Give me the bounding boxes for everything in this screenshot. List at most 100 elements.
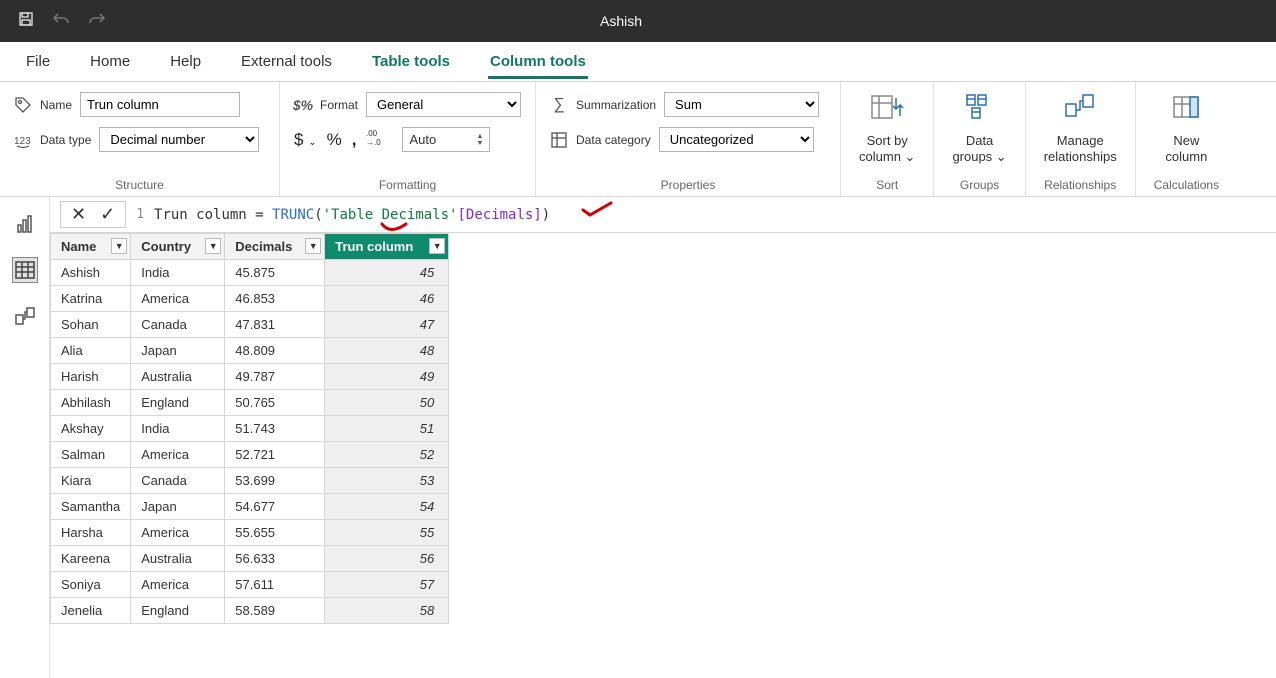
column-header-name[interactable]: Name▼ bbox=[51, 234, 131, 260]
cell-trun[interactable]: 48 bbox=[325, 338, 449, 364]
cell-name[interactable]: Salman bbox=[51, 442, 131, 468]
decimal-places-stepper[interactable]: Auto ▲▼ bbox=[402, 127, 490, 152]
cell-trun[interactable]: 54 bbox=[325, 494, 449, 520]
cell-trun[interactable]: 45 bbox=[325, 260, 449, 286]
cell-name[interactable]: Abhilash bbox=[51, 390, 131, 416]
table-row[interactable]: SamanthaJapan54.67754 bbox=[51, 494, 449, 520]
table-row[interactable]: KiaraCanada53.69953 bbox=[51, 468, 449, 494]
cell-decimals[interactable]: 53.699 bbox=[225, 468, 325, 494]
manage-relationships-button[interactable]: Managerelationships Relationships bbox=[1026, 82, 1136, 196]
undo-icon[interactable] bbox=[52, 11, 70, 32]
cell-decimals[interactable]: 55.655 bbox=[225, 520, 325, 546]
cell-name[interactable]: Ashish bbox=[51, 260, 131, 286]
summarization-select[interactable]: Sum bbox=[664, 92, 819, 117]
thousands-button[interactable]: , bbox=[352, 130, 357, 150]
tab-help[interactable]: Help bbox=[168, 45, 203, 78]
report-view-icon[interactable] bbox=[12, 211, 38, 237]
model-view-icon[interactable] bbox=[12, 303, 38, 329]
table-row[interactable]: AkshayIndia51.74351 bbox=[51, 416, 449, 442]
data-view-icon[interactable] bbox=[12, 257, 38, 283]
tab-home[interactable]: Home bbox=[88, 45, 132, 78]
cell-trun[interactable]: 46 bbox=[325, 286, 449, 312]
cell-trun[interactable]: 47 bbox=[325, 312, 449, 338]
cell-trun[interactable]: 58 bbox=[325, 598, 449, 624]
name-field[interactable] bbox=[80, 92, 240, 117]
cell-country[interactable]: England bbox=[131, 598, 225, 624]
cell-trun[interactable]: 53 bbox=[325, 468, 449, 494]
table-row[interactable]: SohanCanada47.83147 bbox=[51, 312, 449, 338]
cell-name[interactable]: Kareena bbox=[51, 546, 131, 572]
cell-country[interactable]: Australia bbox=[131, 364, 225, 390]
chevron-down-icon[interactable]: ▼ bbox=[429, 238, 445, 254]
cell-decimals[interactable]: 57.611 bbox=[225, 572, 325, 598]
cell-trun[interactable]: 56 bbox=[325, 546, 449, 572]
cell-decimals[interactable]: 54.677 bbox=[225, 494, 325, 520]
cell-name[interactable]: Harsha bbox=[51, 520, 131, 546]
table-row[interactable]: AshishIndia45.87545 bbox=[51, 260, 449, 286]
cell-trun[interactable]: 52 bbox=[325, 442, 449, 468]
column-header-trun[interactable]: Trun column▼ bbox=[325, 234, 449, 260]
formula-text[interactable]: Trun column = TRUNC('Table Decimals'[Dec… bbox=[154, 207, 550, 223]
cell-name[interactable]: Kiara bbox=[51, 468, 131, 494]
cell-country[interactable]: Australia bbox=[131, 546, 225, 572]
cell-country[interactable]: England bbox=[131, 390, 225, 416]
cancel-formula-icon[interactable]: ✕ bbox=[71, 204, 86, 225]
cell-country[interactable]: America bbox=[131, 572, 225, 598]
cell-country[interactable]: Canada bbox=[131, 312, 225, 338]
cell-decimals[interactable]: 47.831 bbox=[225, 312, 325, 338]
table-row[interactable]: KareenaAustralia56.63356 bbox=[51, 546, 449, 572]
save-icon[interactable] bbox=[18, 11, 34, 32]
cell-country[interactable]: Canada bbox=[131, 468, 225, 494]
tab-table-tools[interactable]: Table tools bbox=[370, 45, 452, 78]
table-row[interactable]: SoniyaAmerica57.61157 bbox=[51, 572, 449, 598]
cell-decimals[interactable]: 56.633 bbox=[225, 546, 325, 572]
chevron-down-icon[interactable]: ▼ bbox=[305, 238, 321, 254]
cell-decimals[interactable]: 52.721 bbox=[225, 442, 325, 468]
cell-country[interactable]: America bbox=[131, 520, 225, 546]
cell-country[interactable]: India bbox=[131, 260, 225, 286]
cell-name[interactable]: Alia bbox=[51, 338, 131, 364]
cell-name[interactable]: Soniya bbox=[51, 572, 131, 598]
datatype-select[interactable]: Decimal number bbox=[99, 127, 259, 152]
table-row[interactable]: AliaJapan48.80948 bbox=[51, 338, 449, 364]
decimals-button[interactable]: .00→.0 bbox=[366, 128, 388, 151]
percent-button[interactable]: % bbox=[327, 130, 342, 150]
cell-trun[interactable]: 51 bbox=[325, 416, 449, 442]
tab-external-tools[interactable]: External tools bbox=[239, 45, 334, 78]
cell-decimals[interactable]: 48.809 bbox=[225, 338, 325, 364]
table-row[interactable]: JeneliaEngland58.58958 bbox=[51, 598, 449, 624]
cell-decimals[interactable]: 50.765 bbox=[225, 390, 325, 416]
cell-country[interactable]: America bbox=[131, 442, 225, 468]
cell-decimals[interactable]: 58.589 bbox=[225, 598, 325, 624]
column-header-decimals[interactable]: Decimals▼ bbox=[225, 234, 325, 260]
cell-country[interactable]: Japan bbox=[131, 494, 225, 520]
table-row[interactable]: KatrinaAmerica46.85346 bbox=[51, 286, 449, 312]
cell-name[interactable]: Sohan bbox=[51, 312, 131, 338]
table-row[interactable]: AbhilashEngland50.76550 bbox=[51, 390, 449, 416]
cell-trun[interactable]: 49 bbox=[325, 364, 449, 390]
cell-decimals[interactable]: 46.853 bbox=[225, 286, 325, 312]
currency-button[interactable]: $ ⌄ bbox=[294, 130, 317, 150]
tab-column-tools[interactable]: Column tools bbox=[488, 45, 588, 79]
tab-file[interactable]: File bbox=[24, 45, 52, 78]
datacategory-select[interactable]: Uncategorized bbox=[659, 127, 814, 152]
cell-country[interactable]: India bbox=[131, 416, 225, 442]
cell-trun[interactable]: 50 bbox=[325, 390, 449, 416]
cell-country[interactable]: Japan bbox=[131, 338, 225, 364]
cell-decimals[interactable]: 51.743 bbox=[225, 416, 325, 442]
cell-name[interactable]: Samantha bbox=[51, 494, 131, 520]
column-header-country[interactable]: Country▼ bbox=[131, 234, 225, 260]
cell-decimals[interactable]: 45.875 bbox=[225, 260, 325, 286]
cell-name[interactable]: Akshay bbox=[51, 416, 131, 442]
cell-country[interactable]: America bbox=[131, 286, 225, 312]
cell-trun[interactable]: 57 bbox=[325, 572, 449, 598]
commit-formula-icon[interactable]: ✓ bbox=[100, 204, 115, 225]
cell-decimals[interactable]: 49.787 bbox=[225, 364, 325, 390]
format-select[interactable]: General bbox=[366, 92, 521, 117]
chevron-down-icon[interactable]: ▼ bbox=[111, 238, 127, 254]
table-row[interactable]: HarshaAmerica55.65555 bbox=[51, 520, 449, 546]
cell-trun[interactable]: 55 bbox=[325, 520, 449, 546]
sort-by-column-button[interactable]: Sort bycolumn ⌄ Sort bbox=[841, 82, 934, 196]
table-row[interactable]: HarishAustralia49.78749 bbox=[51, 364, 449, 390]
redo-icon[interactable] bbox=[88, 11, 106, 32]
